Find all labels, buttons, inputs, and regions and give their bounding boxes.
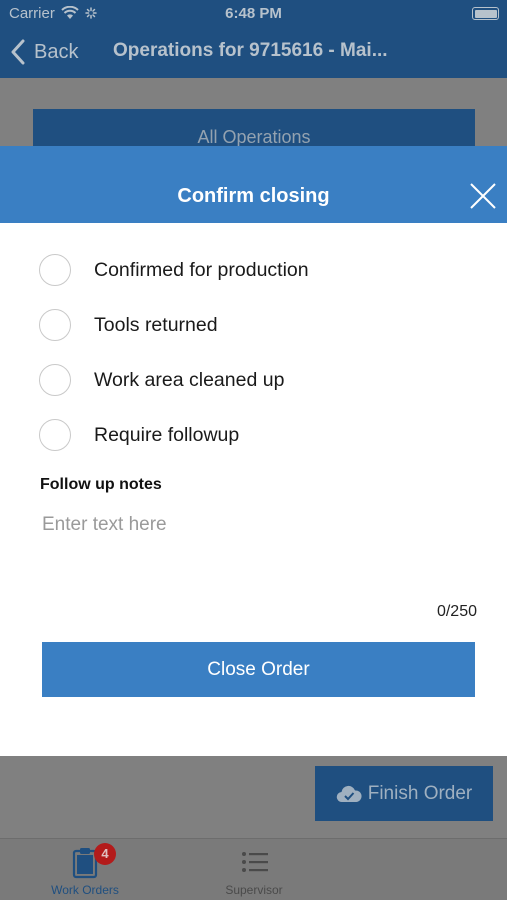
checklist-item-work-area-cleaned-up[interactable]: Work area cleaned up bbox=[39, 363, 479, 397]
tab-bar: Work Orders Supervisor bbox=[0, 838, 507, 900]
finish-order-button[interactable]: Finish Order bbox=[315, 766, 493, 821]
tab-supervisor[interactable]: Supervisor bbox=[199, 845, 309, 897]
back-label: Back bbox=[34, 40, 79, 63]
navigation-bar: Back Operations for 9715616 - Mai... bbox=[0, 28, 507, 78]
back-chevron-icon bbox=[11, 39, 25, 65]
tab-supervisor-label: Supervisor bbox=[225, 883, 283, 897]
checklist-item-label: Work area cleaned up bbox=[94, 368, 285, 391]
checklist-item-tools-returned[interactable]: Tools returned bbox=[39, 308, 479, 342]
checklist-item-label: Require followup bbox=[94, 423, 240, 446]
dialog-title: Confirm closing bbox=[177, 185, 330, 207]
status-bar: Carrier 6:48 PM bbox=[0, 0, 507, 28]
radio-button[interactable] bbox=[39, 309, 71, 341]
back-button[interactable]: Back bbox=[10, 37, 78, 67]
follow-up-notes-label: Follow up notes bbox=[40, 476, 162, 493]
checklist-item-confirmed-for-production[interactable]: Confirmed for production bbox=[39, 253, 479, 287]
radio-button[interactable] bbox=[39, 419, 71, 451]
dialog-header: Confirm closing bbox=[0, 146, 507, 223]
work-orders-badge: 4 bbox=[94, 843, 116, 865]
status-time: 6:48 PM bbox=[225, 5, 282, 22]
close-order-button[interactable]: Close Order bbox=[42, 642, 475, 697]
confirm-closing-dialog: Confirm closing Confirmed for production… bbox=[0, 146, 507, 756]
cloud-check-icon bbox=[336, 785, 362, 802]
checklist-item-label: Tools returned bbox=[94, 313, 218, 336]
radio-button[interactable] bbox=[39, 364, 71, 396]
follow-up-notes-input[interactable] bbox=[32, 508, 477, 598]
list-icon bbox=[242, 852, 268, 872]
character-counter: 0/250 bbox=[436, 603, 477, 620]
page-title: Operations for 9715616 - Mai... bbox=[113, 40, 388, 61]
tab-work-orders[interactable]: Work Orders bbox=[30, 845, 140, 897]
battery-icon bbox=[472, 7, 499, 20]
finish-order-label: Finish Order bbox=[367, 782, 473, 804]
radio-button[interactable] bbox=[39, 254, 71, 286]
checklist-item-label: Confirmed for production bbox=[94, 258, 309, 281]
tab-work-orders-label: Work Orders bbox=[51, 883, 119, 897]
close-icon[interactable] bbox=[469, 182, 497, 210]
checklist-item-require-followup[interactable]: Require followup bbox=[39, 418, 479, 452]
